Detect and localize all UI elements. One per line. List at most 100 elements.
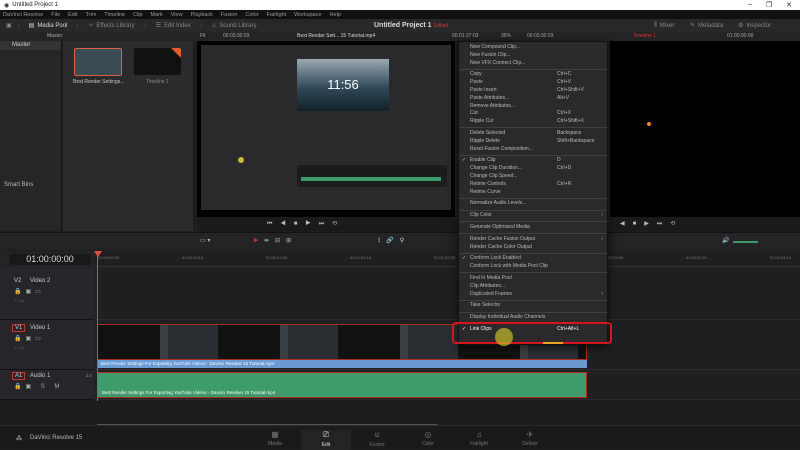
- snap-link-tools[interactable]: ⟟🔗⚲: [378, 237, 410, 245]
- timeline-thumbnail[interactable]: [134, 48, 181, 75]
- mixer-button[interactable]: ⫼ Mixer: [654, 22, 674, 29]
- playhead[interactable]: [97, 251, 98, 401]
- track-controls[interactable]: 🔒▣ S M: [14, 383, 63, 390]
- page-tab-fairlight[interactable]: ♫ Fairlight: [454, 430, 504, 447]
- menu-playback[interactable]: Playback: [191, 12, 213, 18]
- panel-toggle-icon[interactable]: ▣: [6, 22, 12, 29]
- timeline-name: Timeline 1: [146, 79, 169, 85]
- zoom-dropdown[interactable]: 36%: [501, 33, 511, 39]
- volume-slider[interactable]: [733, 241, 758, 243]
- context-item-generate-optimized-media[interactable]: Generate Optimized Media: [459, 224, 607, 232]
- context-item-retime-controls[interactable]: Retime Controls Ctrl+R: [459, 181, 607, 189]
- page-tab-edit[interactable]: ⎚ Edit: [301, 430, 351, 450]
- menu-mark[interactable]: Mark: [151, 12, 163, 18]
- context-item-paste-insert[interactable]: Paste Insert Ctrl+Shift+V: [459, 87, 607, 95]
- track-id[interactable]: A1: [12, 372, 26, 380]
- metadata-button[interactable]: ✎ Metadata: [690, 22, 723, 30]
- context-item-normalize-audio-levels[interactable]: Normalize Audio Levels...: [459, 200, 607, 208]
- context-item-enable-clip[interactable]: Enable Clip ✓ D: [459, 157, 607, 165]
- menu-workspace[interactable]: Workspace: [294, 12, 321, 18]
- timeline-dropdown[interactable]: Timeline 1: [633, 33, 656, 39]
- menu-timeline[interactable]: Timeline: [104, 12, 125, 18]
- context-item-render-cache-fusion-output[interactable]: Render Cache Fusion Output ›: [459, 236, 607, 244]
- toolbar: ▣ ▤ Media Pool ✧ Effects Library ☰ Edit Ind…: [0, 19, 800, 32]
- layout-icon[interactable]: ▭ ▾: [200, 237, 210, 244]
- context-item-copy[interactable]: Copy Ctrl+C: [459, 71, 607, 79]
- playhead-marker-icon[interactable]: [94, 251, 102, 257]
- context-item-ripple-cut[interactable]: Ripple Cut Ctrl+Shift+X: [459, 118, 607, 126]
- transport-controls[interactable]: ⏮◀■▶⏭⟲: [267, 220, 345, 228]
- program-transport-controls[interactable]: ◀■▶⏭⟲: [620, 220, 683, 228]
- context-item-render-cache-color-output[interactable]: Render Cache Color Output: [459, 244, 607, 252]
- maximize-button[interactable]: ❐: [766, 1, 772, 9]
- page-tab-color[interactable]: ◎ Color: [403, 430, 453, 447]
- fit-dropdown[interactable]: Fit: [200, 33, 206, 39]
- menu-item-label: Render Cache Color Output: [470, 243, 532, 250]
- track-controls[interactable]: 🔒▣▭: [14, 288, 45, 295]
- media-pool-button[interactable]: ▤ Media Pool: [19, 22, 79, 29]
- context-item-take-selector[interactable]: Take Selector: [459, 302, 607, 310]
- program-viewer[interactable]: [610, 41, 800, 217]
- menu-fairlight[interactable]: Fairlight: [267, 12, 287, 18]
- menu-help[interactable]: Help: [330, 12, 341, 18]
- context-item-remove-attributes[interactable]: Remove Attributes...: [459, 103, 607, 111]
- effects-library-button[interactable]: ✧ Effects Library: [78, 22, 146, 29]
- timeline-timecode[interactable]: 01:00:00:00: [10, 254, 90, 265]
- context-item-ripple-delete[interactable]: Ripple Delete Shift+Backspace: [459, 138, 607, 146]
- context-item-delete-selected[interactable]: Delete Selected Backspace: [459, 130, 607, 138]
- context-item-paste[interactable]: Paste Ctrl+V: [459, 79, 607, 87]
- smart-bins-label[interactable]: Smart Bins: [4, 182, 33, 188]
- menu-davinci-resolve[interactable]: DaVinci Resolve: [3, 12, 43, 18]
- menu-edit[interactable]: Edit: [68, 12, 77, 18]
- track-id[interactable]: V1: [12, 324, 26, 332]
- context-item-new-compound-clip[interactable]: New Compound Clip...: [459, 44, 607, 52]
- context-item-clip-color[interactable]: Clip Color ›: [459, 212, 607, 220]
- bin-master[interactable]: Master: [0, 41, 61, 50]
- minimize-button[interactable]: –: [748, 1, 752, 9]
- menu-item-label: Paste: [470, 79, 483, 86]
- edit-index-button[interactable]: ☰ Edit Index: [146, 22, 202, 29]
- page-tab-media[interactable]: ▦ Media: [250, 430, 300, 447]
- context-item-find-in-media-pool[interactable]: Find In Media Pool: [459, 275, 607, 283]
- edit-tools[interactable]: ➤⇹⊟⊞: [253, 237, 297, 244]
- context-item-conform-lock-enabled[interactable]: Conform Lock Enabled ✓: [459, 255, 607, 263]
- volume-icon[interactable]: 🔊: [722, 237, 729, 244]
- track-v1[interactable]: Best Render Settings For Exporting YouTu…: [95, 320, 800, 370]
- page-tab-fusion[interactable]: ⍦ Fusion: [352, 430, 402, 448]
- close-button[interactable]: ✕: [786, 1, 792, 9]
- source-viewer[interactable]: 11:56: [197, 41, 455, 217]
- menu-clip[interactable]: Clip: [133, 12, 142, 18]
- context-item-new-vfx-connect-clip[interactable]: New VFX Connect Clip...: [459, 60, 607, 68]
- context-item-change-clip-speed[interactable]: Change Clip Speed...: [459, 173, 607, 181]
- context-item-duplicated-frames[interactable]: Duplicated Frames ›: [459, 291, 607, 299]
- menu-view[interactable]: View: [171, 12, 183, 18]
- menu-fusion[interactable]: Fusion: [221, 12, 238, 18]
- page-tab-deliver[interactable]: ✈ Deliver: [505, 430, 555, 447]
- inspector-button[interactable]: ⚙ Inspector: [738, 22, 771, 30]
- menu-separator: [459, 68, 607, 70]
- menu-item-label: Clip Attributes...: [470, 282, 506, 289]
- track-a1[interactable]: Best Render Settings For Exporting YouTu…: [95, 370, 800, 400]
- context-item-paste-attributes[interactable]: Paste Attributes... Alt+V: [459, 95, 607, 103]
- menu-file[interactable]: File: [51, 12, 60, 18]
- timeline-ruler[interactable]: 01:00:00:00 01:00:20:13 01:00:41:02 01:01:0…: [95, 251, 800, 267]
- ruler-tick-label: 01:01:22:05: [434, 255, 456, 260]
- audio-clip[interactable]: Best Render Settings For Exporting YouTu…: [97, 372, 587, 398]
- source-clip-name[interactable]: Best Render Sett... 15 Tutorial.mp4: [297, 33, 375, 39]
- menu-color[interactable]: Color: [245, 12, 258, 18]
- context-item-reset-fusion-composition[interactable]: Reset Fusion Composition...: [459, 146, 607, 154]
- sound-library-button[interactable]: ♫ Sound Library: [202, 23, 267, 29]
- context-item-conform-lock-with-media-pool-clip[interactable]: Conform Lock with Media Pool Clip: [459, 263, 607, 271]
- media-page-icon: ▦: [271, 430, 279, 439]
- context-item-display-individual-audio-channels[interactable]: Display Individual Audio Channels: [459, 314, 607, 322]
- context-item-change-clip-duration[interactable]: Change Clip Duration... Ctrl+D: [459, 165, 607, 173]
- context-item-retime-curve[interactable]: Retime Curve: [459, 189, 607, 197]
- context-item-new-fusion-clip[interactable]: New Fusion Clip...: [459, 52, 607, 60]
- track-v2[interactable]: [95, 268, 800, 320]
- track-controls[interactable]: 🔒▣▭: [14, 335, 45, 342]
- video-clip-label[interactable]: Best Render Settings For Exporting YouTu…: [97, 360, 587, 368]
- context-item-cut[interactable]: Cut Ctrl+X: [459, 110, 607, 118]
- context-item-clip-attributes[interactable]: Clip Attributes...: [459, 283, 607, 291]
- clip-thumbnail[interactable]: [74, 48, 122, 76]
- menu-trim[interactable]: Trim: [86, 12, 97, 18]
